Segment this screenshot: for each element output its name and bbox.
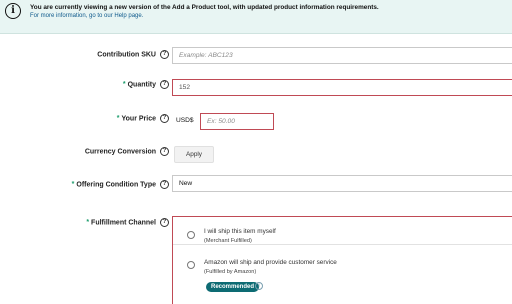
your-price-placeholder: Ex: 50.00 (207, 118, 235, 125)
fulfillment-options: I will ship this item myself (Merchant F… (172, 216, 512, 304)
required-mark: * (122, 81, 126, 89)
option-title: I will ship this item myself (204, 228, 276, 235)
radio-button[interactable] (187, 261, 195, 269)
contribution-sku-label: Contribution SKU? (97, 50, 169, 59)
your-price-label-text: Your Price (121, 115, 157, 123)
quantity-label-text: Quantity (127, 81, 156, 89)
radio-button[interactable] (187, 231, 195, 239)
help-icon[interactable]: ? (160, 180, 169, 189)
help-icon[interactable]: ? (160, 218, 169, 227)
apply-button[interactable]: Apply (174, 146, 214, 163)
recommended-badge: Recommended (206, 282, 260, 292)
quantity-input[interactable]: 152 (172, 79, 512, 96)
offering-condition-label: * Offering Condition Type? (72, 180, 169, 189)
banner-message: You are currently viewing a new version … (30, 4, 379, 11)
fulfillment-channel-label-text: Fulfillment Channel (91, 219, 156, 227)
offering-condition-value: New (179, 180, 193, 187)
contribution-sku-label-text: Contribution SKU (97, 51, 156, 59)
help-icon[interactable]: ? (160, 80, 169, 89)
your-price-label: * Your Price? (117, 114, 169, 123)
currency-conversion-label: Currency Conversion? (85, 147, 169, 156)
contribution-sku-input[interactable]: Example: ABC123 (172, 47, 512, 64)
offering-condition-label-text: Offering Condition Type (76, 181, 156, 189)
currency-conversion-label-text: Currency Conversion (84, 148, 156, 156)
help-icon[interactable]: ? (160, 147, 169, 156)
help-page-link[interactable]: For more information, go to our Help pag… (30, 13, 143, 19)
option-divider (173, 244, 512, 245)
required-mark: * (116, 115, 120, 123)
required-mark: * (86, 219, 90, 227)
option-subtitle: (Fulfilled by Amazon) (204, 269, 257, 275)
help-icon[interactable]: ? (160, 50, 169, 59)
required-mark: * (71, 181, 75, 189)
quantity-label: * Quantity? (123, 80, 169, 89)
offering-condition-select[interactable]: New (172, 175, 512, 192)
quantity-value: 152 (179, 84, 191, 91)
help-icon[interactable]: ? (160, 114, 169, 123)
info-icon[interactable]: i (255, 282, 263, 290)
info-banner: i You are currently viewing a new versio… (0, 0, 512, 34)
info-icon: i (5, 3, 21, 19)
option-title: Amazon will ship and provide customer se… (204, 259, 337, 266)
your-price-input[interactable]: Ex: 50.00 (200, 113, 274, 130)
fulfillment-channel-label: * Fulfillment Channel? (86, 218, 169, 227)
contribution-sku-placeholder: Example: ABC123 (179, 52, 233, 59)
currency-prefix: USD$ (176, 117, 194, 124)
